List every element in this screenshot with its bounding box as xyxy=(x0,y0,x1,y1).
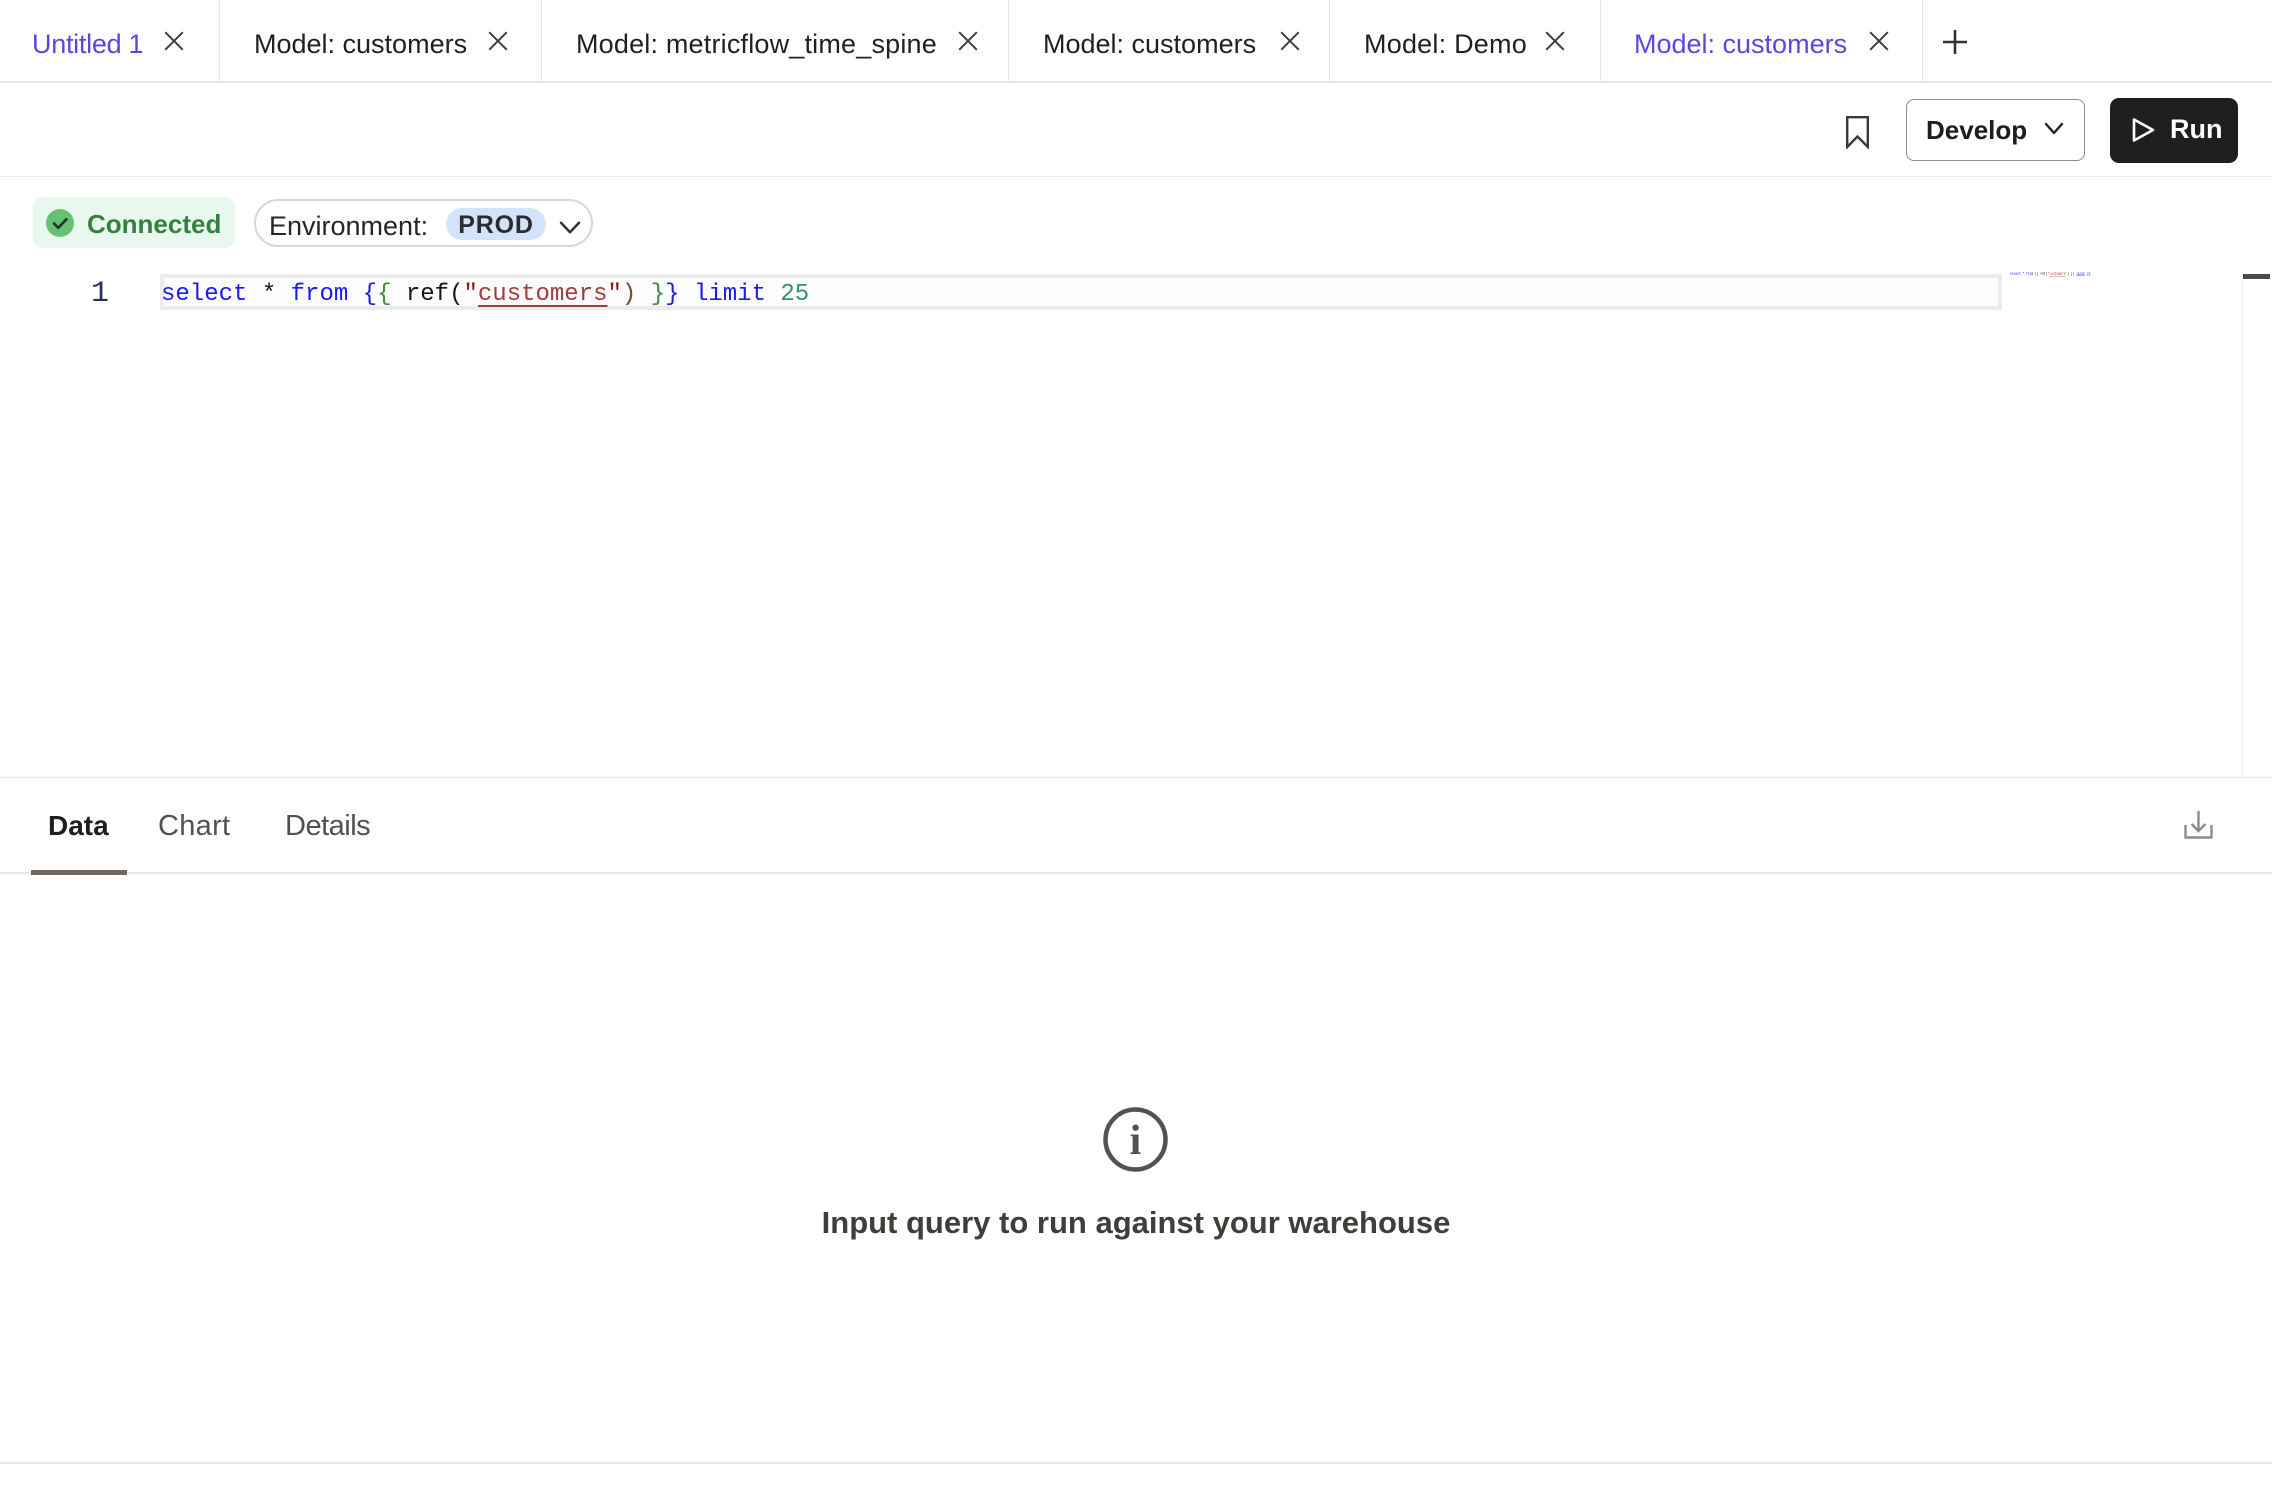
svg-text:i: i xyxy=(1130,1118,1142,1164)
